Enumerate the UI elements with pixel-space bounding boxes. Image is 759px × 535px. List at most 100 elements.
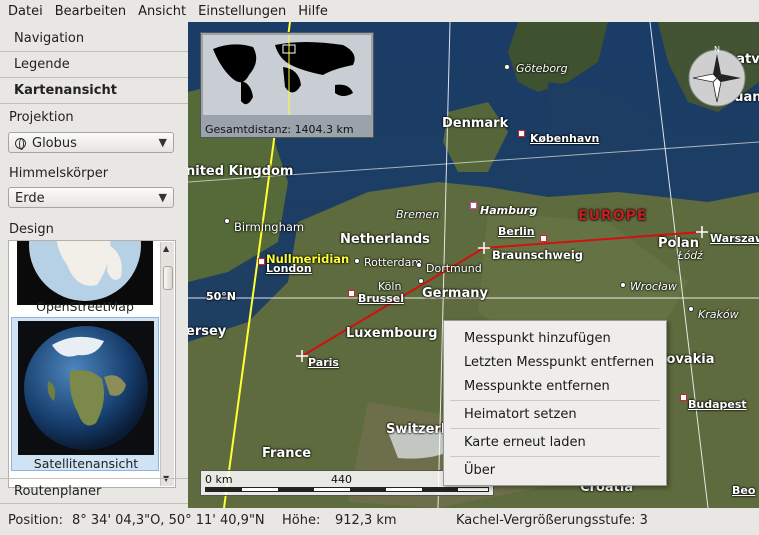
- capital-marker: [258, 258, 265, 265]
- menu-item-label: Letzten Messpunkt entfernen: [464, 355, 655, 370]
- city-label[interactable]: Warszaw: [710, 232, 759, 245]
- menu-item-add-measure-point[interactable]: Messpunkt hinzufügen: [444, 327, 666, 349]
- country-label[interactable]: Denmark: [442, 116, 508, 131]
- city-marker: [688, 306, 694, 312]
- sidebar: Navigation Legende Kartenansicht Projekt…: [0, 22, 188, 508]
- menu-item-reload-map[interactable]: Karte erneut laden: [444, 431, 666, 453]
- menu-separator: [450, 456, 660, 457]
- menu-item-remove-points[interactable]: Messpunkte entfernen: [444, 375, 666, 397]
- country-label[interactable]: Netherlands: [340, 232, 430, 247]
- city-marker: [224, 218, 230, 224]
- theme-label: Satellitenansicht: [33, 456, 139, 471]
- country-label[interactable]: Switzerl: [386, 422, 445, 437]
- city-label[interactable]: Paris: [308, 356, 339, 369]
- projection-select[interactable]: Globus ▼: [8, 132, 174, 153]
- city-label[interactable]: Brussel: [358, 292, 404, 305]
- city-label[interactable]: Hamburg: [480, 204, 537, 217]
- position-value: 8° 34' 04,3"O, 50° 11' 40,9"N: [72, 513, 265, 528]
- context-menu: Messpunkt hinzufügen Letzten Messpunkt e…: [443, 320, 667, 486]
- theme-list-scrollbar[interactable]: ▲ ▼: [160, 242, 174, 486]
- compass-icon[interactable]: N: [685, 44, 749, 108]
- city-marker: [504, 64, 510, 70]
- menu-item-label: Messpunkte entfernen: [464, 379, 610, 394]
- scale-start-label: 0 km: [205, 473, 233, 486]
- tab-map-view[interactable]: Kartenansicht: [0, 78, 188, 104]
- capital-marker: [348, 290, 355, 297]
- theme-list[interactable]: OpenStreetMap Satellitenansicht ▲ ▼: [8, 240, 176, 488]
- menu-item-label: Über: [464, 463, 496, 478]
- tab-route-planner[interactable]: Routenplaner: [0, 478, 188, 504]
- menu-ansicht[interactable]: Ansicht: [132, 4, 192, 19]
- tab-map-view-label: Kartenansicht: [14, 83, 117, 98]
- city-marker: [620, 282, 626, 288]
- city-label[interactable]: Birmingham: [234, 220, 304, 234]
- country-label[interactable]: Polan: [658, 236, 699, 251]
- city-label[interactable]: Bremen: [396, 208, 439, 221]
- city-label[interactable]: Budapest: [688, 398, 747, 411]
- menu-bearbeiten[interactable]: Bearbeiten: [49, 4, 132, 19]
- menu-item-label: Messpunkt hinzufügen: [464, 331, 611, 346]
- menu-separator: [450, 428, 660, 429]
- celestial-body-select[interactable]: Erde ▼: [8, 187, 174, 208]
- capital-marker: [518, 130, 525, 137]
- city-label[interactable]: Braunschweig: [492, 248, 583, 262]
- tab-route-planner-label: Routenplaner: [14, 484, 102, 499]
- capital-marker: [540, 235, 547, 242]
- country-label[interactable]: lovakia: [662, 352, 715, 367]
- city-marker: [470, 202, 477, 209]
- city-label[interactable]: London: [266, 262, 312, 275]
- scroll-up-icon[interactable]: ▲: [163, 244, 169, 253]
- latitude-label: 50°N: [206, 290, 237, 303]
- city-marker: [416, 262, 422, 268]
- theme-item-openstreetmap[interactable]: OpenStreetMap: [11, 241, 159, 315]
- city-label[interactable]: Kraków: [698, 308, 739, 321]
- scrollbar-handle[interactable]: [163, 266, 173, 290]
- height-value: 912,3 km: [335, 513, 397, 528]
- satellite-thumbnail: [18, 321, 154, 455]
- city-label[interactable]: København: [530, 132, 599, 145]
- menu-datei[interactable]: Datei: [2, 4, 49, 19]
- tab-legend-label: Legende: [14, 57, 70, 72]
- city-marker: [418, 278, 424, 284]
- city-marker: [354, 258, 360, 264]
- map-view[interactable]: Göteborg Denmark København nited Kingdom…: [188, 22, 759, 508]
- city-label[interactable]: Wrocław: [630, 280, 677, 293]
- tile-zoom-level: Kachel-Vergrößerungsstufe: 3: [456, 513, 648, 528]
- overview-map[interactable]: Gesamtdistanz: 1404.3 km: [200, 32, 374, 138]
- statusbar: Position: 8° 34' 04,3"O, 50° 11' 40,9"N …: [0, 508, 759, 535]
- menubar: Datei Bearbeiten Ansicht Einstellungen H…: [0, 0, 759, 22]
- country-label[interactable]: France: [262, 446, 311, 461]
- menu-item-set-home[interactable]: Heimatort setzen: [444, 403, 666, 425]
- projection-value: Globus: [32, 136, 77, 151]
- theme-label: OpenStreetMap: [36, 299, 134, 314]
- menu-item-label: Heimatort setzen: [464, 407, 577, 422]
- menu-item-remove-last-point[interactable]: Letzten Messpunkt entfernen: [444, 351, 666, 373]
- city-label[interactable]: Göteborg: [516, 62, 568, 75]
- city-label[interactable]: Beo: [732, 484, 755, 497]
- tab-legend[interactable]: Legende: [0, 52, 188, 78]
- country-label[interactable]: Germany: [422, 286, 488, 301]
- menu-einstellungen[interactable]: Einstellungen: [192, 4, 292, 19]
- design-label: Design: [9, 222, 54, 237]
- total-distance: Gesamtdistanz: 1404.3 km: [205, 123, 354, 136]
- menu-hilfe[interactable]: Hilfe: [292, 4, 334, 19]
- menu-item-about[interactable]: Über: [444, 459, 666, 481]
- country-label[interactable]: ersey: [188, 324, 226, 339]
- tab-navigation[interactable]: Navigation: [0, 26, 188, 52]
- globe-icon: [15, 138, 26, 150]
- city-label[interactable]: Dortmund: [426, 262, 482, 275]
- celestial-body-value: Erde: [15, 191, 45, 206]
- country-label[interactable]: nited Kingdom: [188, 164, 293, 179]
- projection-label: Projektion: [9, 110, 74, 125]
- continent-label[interactable]: EUROPE: [578, 208, 647, 224]
- city-label[interactable]: Berlin: [498, 225, 535, 238]
- city-label[interactable]: Łódź: [678, 250, 703, 262]
- city-label[interactable]: Rotterdam: [364, 256, 422, 269]
- menu-separator: [450, 400, 660, 401]
- svg-text:N: N: [714, 45, 720, 54]
- tab-navigation-label: Navigation: [14, 31, 85, 46]
- menu-item-label: Karte erneut laden: [464, 435, 586, 450]
- country-label[interactable]: Luxembourg: [346, 326, 438, 341]
- theme-item-satellite[interactable]: Satellitenansicht: [11, 317, 159, 471]
- capital-marker: [680, 394, 687, 401]
